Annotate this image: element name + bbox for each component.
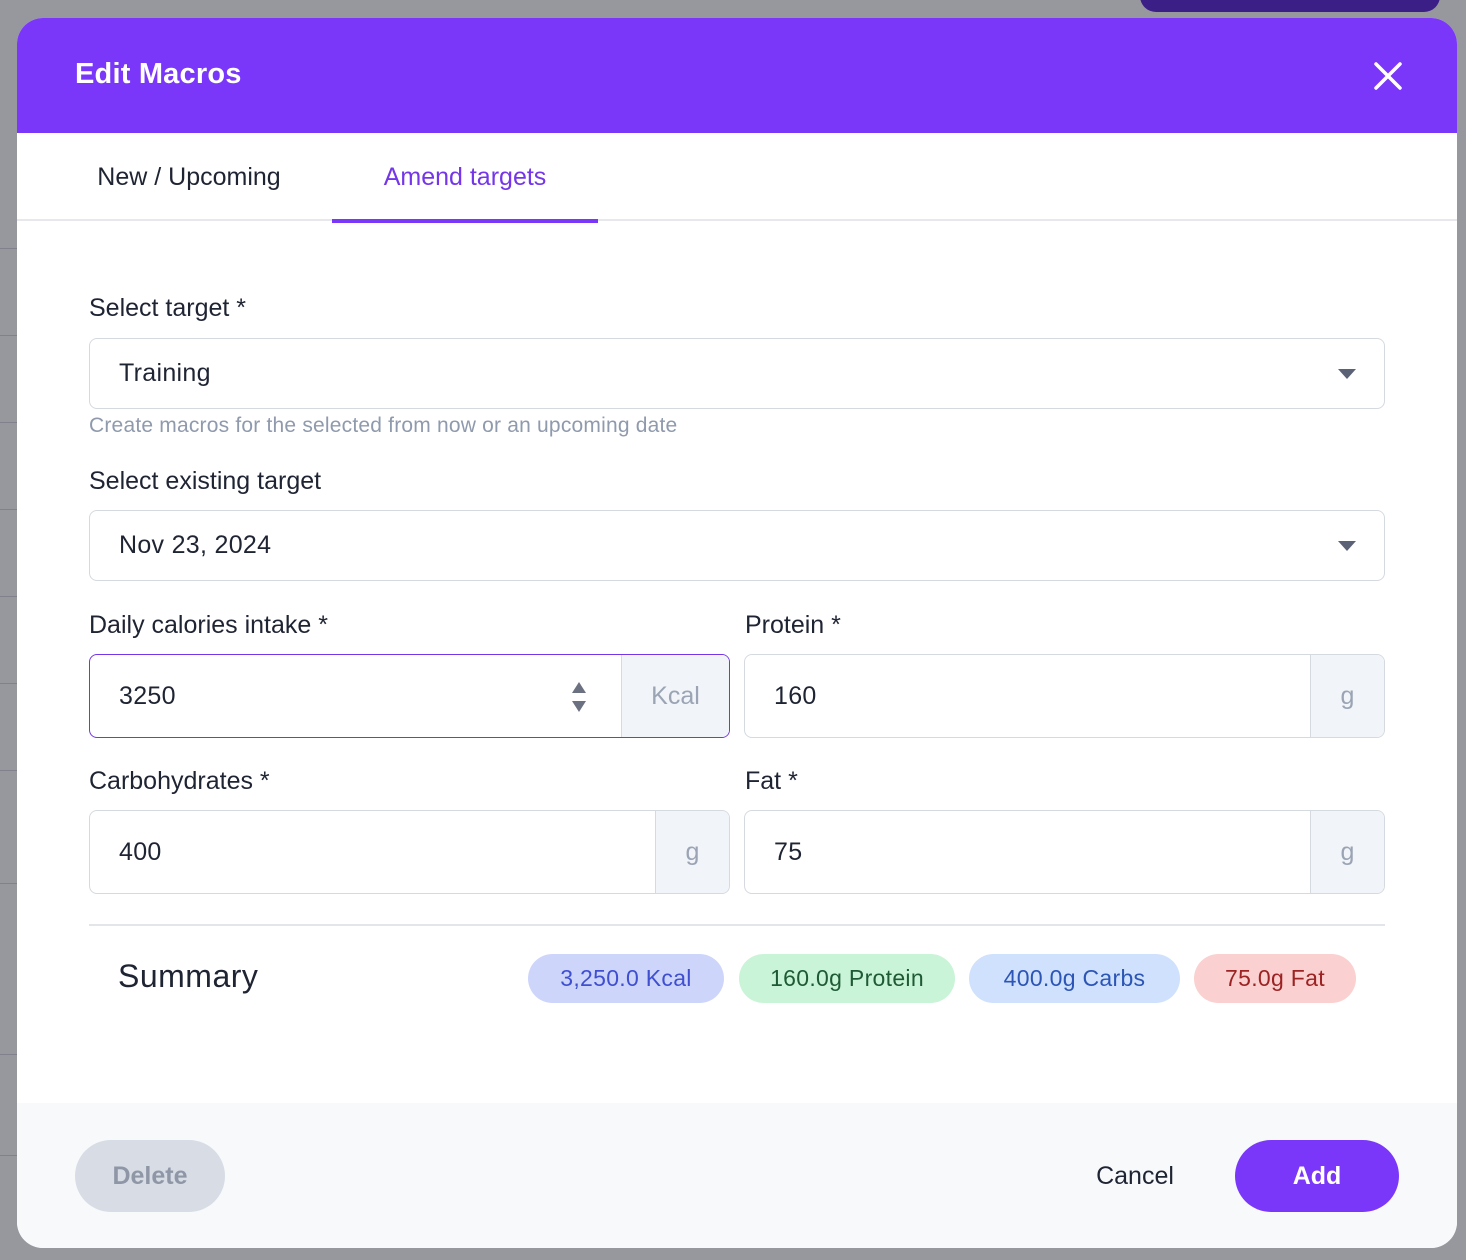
protein-unit: g	[1310, 655, 1384, 737]
fat-badge: 75.0g Fat	[1194, 954, 1356, 1003]
cancel-button[interactable]: Cancel	[1080, 1140, 1190, 1212]
carbs-unit: g	[655, 811, 729, 893]
fat-input[interactable]: 75 g	[744, 810, 1385, 894]
modal-header: Edit Macros	[17, 18, 1457, 133]
chevron-down-icon	[1338, 541, 1356, 551]
number-stepper-icon[interactable]	[570, 680, 588, 714]
calories-label: Daily calories intake *	[89, 611, 328, 639]
calories-value: 3250	[119, 682, 176, 710]
fat-value: 75	[774, 838, 803, 866]
calories-input[interactable]: 3250 Kcal	[89, 654, 730, 738]
carbs-label: Carbohydrates *	[89, 767, 270, 795]
backdrop-divider	[0, 883, 18, 884]
select-target-dropdown[interactable]: Training	[89, 338, 1385, 409]
protein-badge: 160.0g Protein	[739, 954, 955, 1003]
edit-macros-modal: Edit Macros New / Upcoming Amend targets…	[17, 18, 1457, 1248]
close-icon	[1374, 62, 1402, 90]
carbs-input[interactable]: 400 g	[89, 810, 730, 894]
tab-new-upcoming[interactable]: New / Upcoming	[89, 133, 289, 221]
fat-label: Fat *	[745, 767, 798, 795]
backdrop-divider	[0, 596, 18, 597]
backdrop-divider	[0, 248, 18, 249]
select-target-value: Training	[119, 359, 211, 387]
existing-target-dropdown[interactable]: Nov 23, 2024	[89, 510, 1385, 581]
delete-button[interactable]: Delete	[75, 1140, 225, 1212]
backdrop-divider	[0, 683, 18, 684]
protein-label: Protein *	[745, 611, 841, 639]
tab-bar: New / Upcoming Amend targets	[17, 133, 1457, 223]
summary-divider	[89, 924, 1385, 926]
backdrop-divider	[0, 1054, 18, 1055]
chevron-down-icon	[1338, 369, 1356, 379]
backdrop-divider	[0, 1155, 18, 1156]
existing-target-value: Nov 23, 2024	[119, 531, 272, 559]
backdrop-divider	[0, 509, 18, 510]
calories-badge: 3,250.0 Kcal	[528, 954, 724, 1003]
summary-title: Summary	[118, 958, 259, 994]
modal-footer: Delete Cancel Add	[17, 1103, 1457, 1248]
fat-unit: g	[1310, 811, 1384, 893]
protein-input[interactable]: 160 g	[744, 654, 1385, 738]
carbs-value: 400	[119, 838, 162, 866]
modal-title: Edit Macros	[75, 58, 242, 90]
add-button[interactable]: Add	[1235, 1140, 1399, 1212]
backdrop-divider	[0, 770, 18, 771]
backdrop-divider	[0, 422, 18, 423]
backdrop-divider	[0, 335, 18, 336]
existing-target-label: Select existing target	[89, 467, 322, 495]
calories-unit: Kcal	[621, 655, 729, 737]
select-target-label: Select target *	[89, 294, 247, 322]
tab-amend-targets[interactable]: Amend targets	[332, 133, 598, 223]
background-button	[1140, 0, 1440, 12]
select-target-help: Create macros for the selected from now …	[89, 414, 678, 437]
carbs-badge: 400.0g Carbs	[969, 954, 1180, 1003]
protein-value: 160	[774, 682, 817, 710]
close-button[interactable]	[1371, 59, 1405, 93]
